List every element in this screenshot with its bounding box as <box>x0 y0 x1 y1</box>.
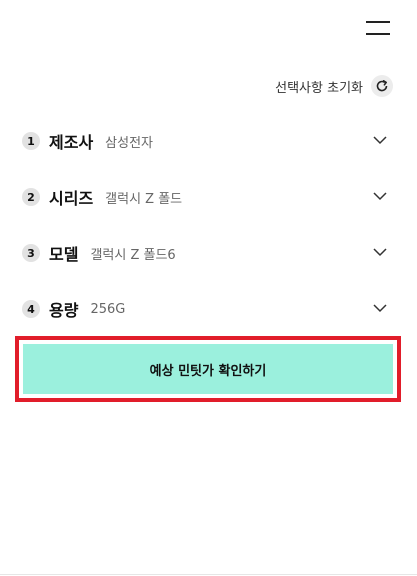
divider <box>0 574 417 575</box>
step-number-badge: 2 <box>22 188 40 206</box>
step-selected-value: 갤럭시 Z 폴드6 <box>90 247 176 263</box>
step-series-row[interactable]: 2 시리즈 갤럭시 Z 폴드 <box>0 169 417 225</box>
page: 선택사항 초기화 1 제조사 삼성전자 2 시리즈 갤럭시 Z 폴드 3 모델 … <box>0 0 417 576</box>
cta-highlight-frame: 예상 민팃가 확인하기 <box>15 336 401 402</box>
step-title: 시리즈 <box>49 189 94 208</box>
step-model-row[interactable]: 3 모델 갤럭시 Z 폴드6 <box>0 225 417 281</box>
step-selected-value: 갤럭시 Z 폴드 <box>105 191 183 207</box>
step-title: 모델 <box>49 245 79 264</box>
reset-selection-label: 선택사항 초기화 <box>275 80 363 96</box>
chevron-down-icon[interactable] <box>373 247 387 257</box>
step-number-badge: 3 <box>22 244 40 262</box>
menu-line-bottom <box>366 33 390 35</box>
reset-selection-button[interactable]: 선택사항 초기화 <box>275 75 393 97</box>
menu-line-top <box>366 21 390 23</box>
chevron-down-icon[interactable] <box>373 303 387 313</box>
step-number-badge: 4 <box>22 300 40 318</box>
step-capacity-row[interactable]: 4 용량 256G <box>0 281 417 337</box>
hamburger-menu-icon[interactable] <box>366 21 390 37</box>
step-manufacturer-row[interactable]: 1 제조사 삼성전자 <box>0 113 417 169</box>
refresh-icon[interactable] <box>371 75 393 97</box>
step-selected-value: 삼성전자 <box>105 135 154 151</box>
step-number-badge: 1 <box>22 132 40 150</box>
chevron-down-icon[interactable] <box>373 191 387 201</box>
chevron-down-icon[interactable] <box>373 135 387 145</box>
selection-steps: 1 제조사 삼성전자 2 시리즈 갤럭시 Z 폴드 3 모델 갤럭시 Z 폴드6… <box>0 113 417 337</box>
step-title: 제조사 <box>49 133 94 152</box>
step-selected-value: 256G <box>90 301 126 317</box>
step-title: 용량 <box>49 301 79 320</box>
check-estimated-price-button[interactable]: 예상 민팃가 확인하기 <box>23 344 393 394</box>
